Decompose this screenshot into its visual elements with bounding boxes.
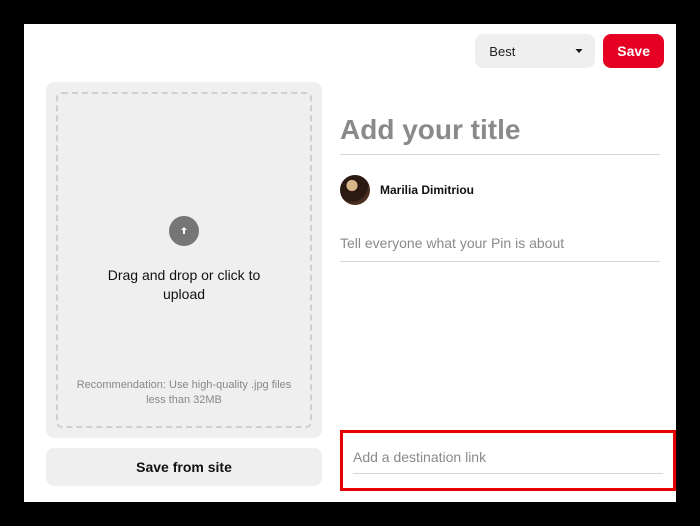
upload-arrow-icon (169, 216, 199, 246)
chevron-down-icon (573, 45, 585, 57)
description-input[interactable] (340, 229, 660, 262)
upload-column: Drag and drop or click to upload Recomme… (46, 82, 322, 486)
author-name: Marilia Dimitriou (380, 183, 474, 197)
save-button[interactable]: Save (603, 34, 664, 68)
board-select[interactable]: Best (475, 34, 595, 68)
upload-instruction-text: Drag and drop or click to upload (104, 266, 264, 304)
upload-dropzone-inner: Drag and drop or click to upload Recomme… (56, 92, 312, 428)
destination-link-highlight (340, 430, 676, 491)
form-column: Marilia Dimitriou (340, 110, 660, 262)
upload-recommendation-text: Recommendation: Use high-quality .jpg fi… (58, 378, 310, 408)
save-from-site-button[interactable]: Save from site (46, 448, 322, 486)
destination-link-input[interactable] (353, 445, 663, 474)
avatar[interactable] (340, 175, 370, 205)
topbar: Best Save (475, 34, 664, 68)
title-input[interactable] (340, 110, 660, 155)
upload-dropzone[interactable]: Drag and drop or click to upload Recomme… (46, 82, 322, 438)
pin-builder-frame: Best Save Drag and drop or click to uplo… (24, 24, 676, 502)
board-select-label: Best (489, 44, 515, 59)
author-row: Marilia Dimitriou (340, 175, 660, 205)
